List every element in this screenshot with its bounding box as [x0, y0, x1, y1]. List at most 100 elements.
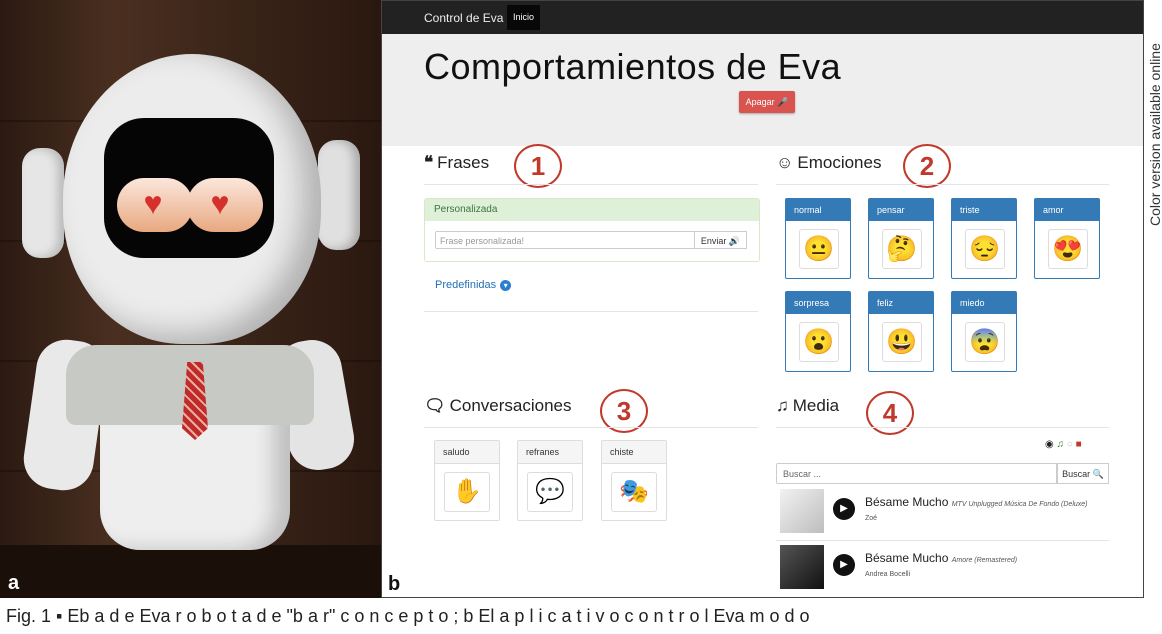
media-track-item[interactable]: ▶ Bésame Mucho Amore (Remastered) Andrea…: [776, 543, 1109, 595]
divider: [424, 427, 758, 428]
fearful-face-icon: 😨: [965, 322, 1005, 362]
track-artist: Zoé: [865, 515, 878, 522]
chevron-down-icon: ▾: [500, 280, 512, 291]
divider: [776, 540, 1109, 541]
conversations-heading: 🗨 Conversaciones: [424, 396, 572, 416]
media-type-options: ◉ ♫ ○ ■: [1045, 439, 1082, 450]
nav-item-inicio[interactable]: Inicio: [507, 5, 541, 30]
media-search-button[interactable]: Buscar 🔍: [1057, 463, 1109, 484]
robot-left-ear: [22, 148, 64, 258]
video-camera-icon: ■: [1075, 439, 1082, 450]
waving-hand-icon: ✋: [444, 472, 490, 512]
send-label: Enviar: [700, 236, 727, 246]
predefined-label: Predefinidas: [435, 279, 497, 291]
callout-4: 4: [866, 391, 914, 435]
robot-photo-panel: ♥ ♥ a: [0, 0, 381, 598]
search-label: Buscar: [1062, 469, 1091, 479]
conversation-card-chiste[interactable]: chiste 🎭: [601, 440, 667, 521]
track-title: Bésame Mucho: [865, 551, 949, 565]
custom-phrase-heading: Personalizada: [425, 199, 759, 221]
grinning-face-icon: 😃: [882, 322, 922, 362]
color-version-note: Color version available online: [1147, 43, 1162, 226]
emotion-card-sorpresa[interactable]: sorpresa 😮: [785, 291, 851, 372]
thinking-face-icon: 🤔: [882, 229, 922, 269]
figure-caption: Fig. 1 ▪ Eb a d e Eva r o b o t a d e "b…: [6, 606, 810, 626]
neutral-face-icon: 😐: [799, 229, 839, 269]
power-off-button[interactable]: Apagar 🎤: [739, 91, 795, 113]
emotion-label: pensar: [869, 199, 933, 221]
smiley-icon: ☺: [776, 153, 794, 172]
emotion-label: triste: [952, 199, 1016, 221]
chat-bubbles-icon: 🗨: [424, 396, 446, 415]
emotion-label: sorpresa: [786, 292, 850, 314]
emotion-card-miedo[interactable]: miedo 😨: [951, 291, 1017, 372]
panel-a-label: a: [8, 572, 20, 594]
joke-mask-icon: 🎭: [611, 472, 657, 512]
track-artist: Andrea Bocelli: [865, 571, 911, 578]
emotion-card-feliz[interactable]: feliz 😃: [868, 291, 934, 372]
emotion-card-pensar[interactable]: pensar 🤔: [868, 198, 934, 279]
track-album: MTV Unplugged Música De Fondo (Deluxe): [951, 501, 1088, 508]
search-icon: 🔍: [1092, 469, 1104, 479]
emotions-title: Emociones: [797, 153, 882, 172]
robot-right-ear: [318, 140, 360, 250]
emotions-heading: ☺ Emociones: [776, 153, 881, 173]
divider: [776, 184, 1109, 185]
speaker-icon: 🔊: [728, 236, 741, 246]
shelf-surface: [0, 545, 381, 598]
media-heading: ♫ Media: [776, 396, 839, 416]
emotion-label: amor: [1035, 199, 1099, 221]
conversations-title: Conversaciones: [449, 396, 572, 415]
album-thumbnail: [780, 489, 824, 533]
media-title: Media: [792, 396, 840, 415]
conversation-label: chiste: [602, 441, 666, 464]
sad-face-icon: 😔: [965, 229, 1005, 269]
page-header: Comportamientos de Eva Apagar 🎤: [382, 34, 1143, 146]
emotion-label: feliz: [869, 292, 933, 314]
emotion-card-normal[interactable]: normal 😐: [785, 198, 851, 279]
radio-video[interactable]: ○: [1067, 439, 1073, 450]
predefined-link[interactable]: Predefinidas ▾: [435, 279, 512, 291]
quote-icon: ❝: [424, 153, 434, 172]
heart-eyes-face-icon: 😍: [1048, 229, 1088, 269]
media-track-item[interactable]: ▶ Bésame Mucho MTV Unplugged Música De F…: [776, 487, 1109, 539]
top-navbar: Control de Eva Inicio: [382, 1, 1143, 34]
phrases-heading: ❝ Frases: [424, 153, 489, 173]
callout-2: 2: [903, 144, 951, 188]
phrases-title: Frases: [437, 153, 490, 172]
track-title-row: Bésame Mucho Amore (Remastered): [865, 551, 1017, 565]
emotion-card-triste[interactable]: triste 😔: [951, 198, 1017, 279]
conversation-label: saludo: [435, 441, 499, 464]
custom-phrase-panel: Personalizada Frase personalizada! Envia…: [424, 198, 760, 262]
send-button[interactable]: Enviar 🔊: [695, 231, 747, 249]
navbar-brand[interactable]: Control de Eva: [424, 11, 503, 25]
custom-phrase-input[interactable]: Frase personalizada!: [435, 231, 695, 249]
conversation-card-saludo[interactable]: saludo ✋: [434, 440, 500, 521]
radio-music[interactable]: ◉: [1045, 439, 1054, 450]
mute-icon: 🎤: [777, 97, 789, 107]
emotion-label: normal: [786, 199, 850, 221]
control-app-screenshot: Control de Eva Inicio Comportamientos de…: [381, 0, 1144, 598]
divider: [424, 311, 758, 312]
track-title-row: Bésame Mucho MTV Unplugged Música De Fon…: [865, 495, 1088, 509]
quote-bubble-icon: 💬: [527, 472, 573, 512]
heart-eye-icon: ♥: [143, 185, 163, 221]
conversation-label: refranes: [518, 441, 582, 464]
conversation-card-refranes[interactable]: refranes 💬: [517, 440, 583, 521]
music-note-icon: ♫: [1056, 439, 1065, 450]
media-search-input[interactable]: Buscar ...: [776, 463, 1057, 484]
track-title: Bésame Mucho: [865, 495, 949, 509]
heart-eye-icon: ♥: [210, 185, 230, 221]
track-album: Amore (Remastered): [951, 557, 1018, 564]
play-icon[interactable]: ▶: [833, 554, 855, 576]
music-note-icon: ♫: [776, 396, 789, 415]
play-icon[interactable]: ▶: [833, 498, 855, 520]
divider: [424, 184, 758, 185]
panel-b-label: b: [388, 573, 401, 595]
surprised-face-icon: 😮: [799, 322, 839, 362]
emotion-label: miedo: [952, 292, 1016, 314]
divider: [776, 427, 1109, 428]
callout-1: 1: [514, 144, 562, 188]
emotion-card-amor[interactable]: amor 😍: [1034, 198, 1100, 279]
power-off-label: Apagar: [745, 97, 775, 107]
